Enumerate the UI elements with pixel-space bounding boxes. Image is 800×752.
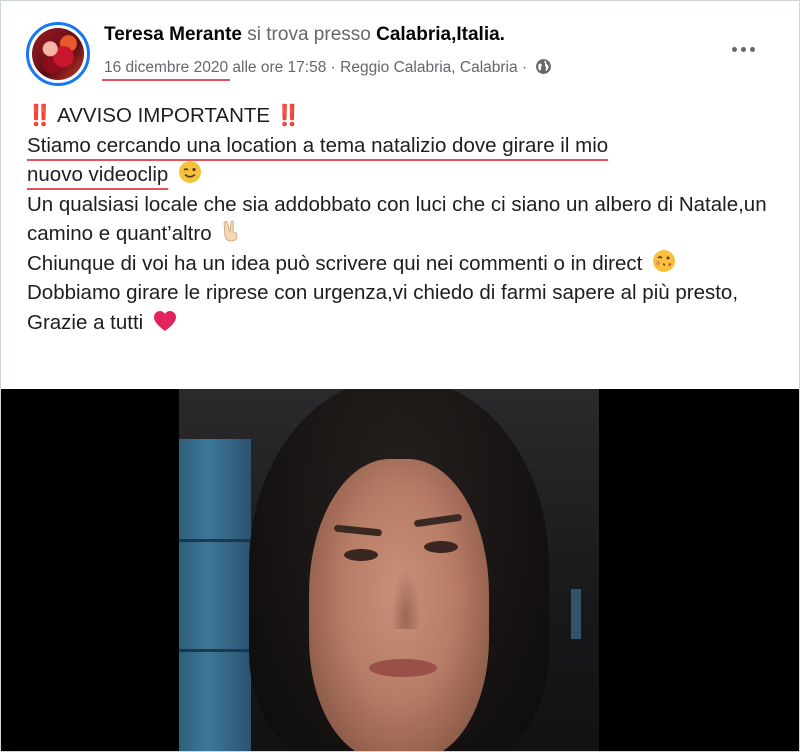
author-action: si trova presso bbox=[247, 24, 371, 45]
kiss-emoji-icon bbox=[653, 249, 676, 272]
post-paragraph-locale: Un qualsiasi locale che sia addobbato co… bbox=[27, 192, 767, 246]
post-line-2: Stiamo cercando una location a tema nata… bbox=[27, 131, 787, 161]
wink-emoji-icon bbox=[179, 161, 202, 183]
eye-left bbox=[344, 549, 378, 561]
post-meta: 16 dicembre 2020 alle ore 17:58 · Reggio… bbox=[104, 58, 552, 77]
post-body: ‼️ AVVISO IMPORTANTE ‼️ Stiamo cercando … bbox=[27, 101, 787, 337]
nose bbox=[391, 569, 421, 629]
post-line-4: Un qualsiasi locale che sia addobbato co… bbox=[27, 190, 787, 249]
location-link[interactable]: Calabria,Italia. bbox=[376, 24, 505, 45]
more-options-icon-dot bbox=[731, 46, 737, 52]
post-header: Teresa Merante si trova presso Calabria,… bbox=[1, 1, 799, 93]
video-frame bbox=[179, 389, 599, 751]
eye-right bbox=[424, 541, 458, 553]
post-card: Teresa Merante si trova presso Calabria,… bbox=[0, 0, 800, 752]
post-line-alert: ‼️ AVVISO IMPORTANTE ‼️ bbox=[27, 101, 787, 131]
victory-hand-icon bbox=[223, 220, 238, 242]
post-paragraph-idea: Chiunque di voi ha un idea può scrivere … bbox=[27, 251, 643, 275]
background-window bbox=[179, 439, 251, 751]
meta-separator: · bbox=[330, 59, 336, 76]
avatar-image bbox=[32, 28, 84, 80]
post-line-3: nuovo videoclip bbox=[27, 160, 787, 190]
author-line: Teresa Merante si trova presso Calabria,… bbox=[104, 24, 505, 46]
post-line-6: Dobbiamo girare le riprese con urgenza,v… bbox=[27, 278, 787, 337]
place-link[interactable]: Reggio Calabria, Calabria bbox=[340, 59, 518, 76]
post-line-5: Chiunque di voi ha un idea può scrivere … bbox=[27, 249, 787, 279]
red-heart-icon bbox=[153, 310, 176, 331]
author-name[interactable]: Teresa Merante bbox=[104, 24, 242, 45]
mouth bbox=[369, 659, 437, 677]
alert-text: ‼️ AVVISO IMPORTANTE ‼️ bbox=[27, 104, 302, 127]
post-paragraph-urgency: Dobbiamo girare le riprese con urgenza,v… bbox=[27, 281, 739, 334]
author-avatar[interactable] bbox=[26, 22, 90, 86]
post-date-link[interactable]: 16 dicembre 2020 bbox=[104, 59, 228, 76]
underlined-text-2: nuovo videoclip bbox=[27, 163, 169, 186]
background-light bbox=[571, 589, 581, 639]
globe-icon[interactable] bbox=[535, 58, 552, 75]
meta-separator-2: · bbox=[521, 59, 528, 76]
underlined-text: Stiamo cercando una location a tema nata… bbox=[27, 133, 609, 157]
more-options-icon-dot bbox=[740, 46, 746, 52]
post-time: alle ore 17:58 bbox=[232, 59, 327, 76]
more-options-button[interactable] bbox=[725, 37, 761, 61]
post-video[interactable] bbox=[1, 389, 799, 751]
more-options-icon-dot bbox=[749, 46, 755, 52]
